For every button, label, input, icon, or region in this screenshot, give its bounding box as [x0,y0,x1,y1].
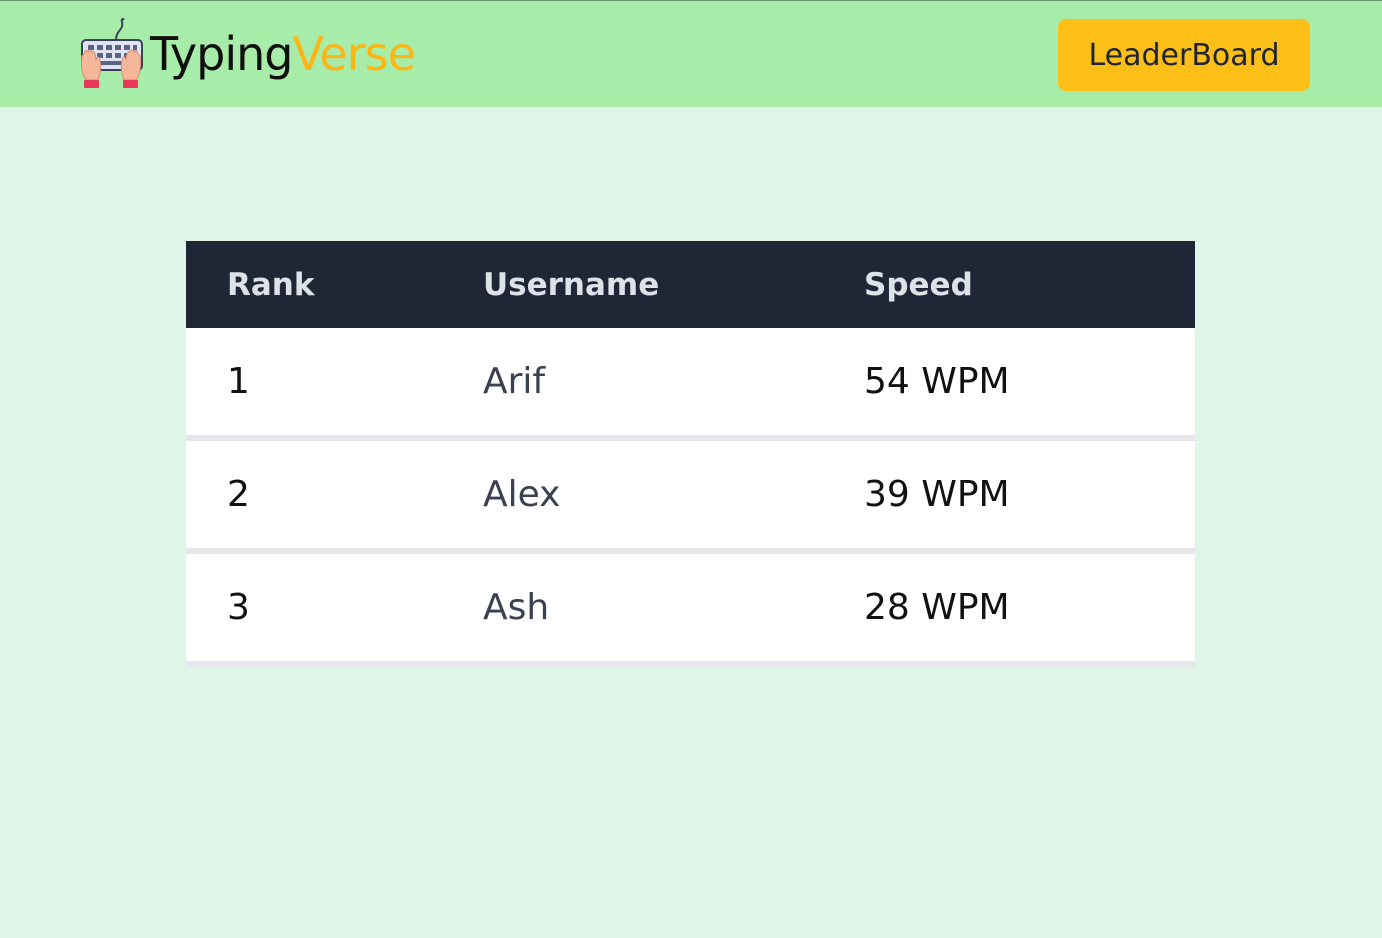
rank-cell: 1 [227,361,250,402]
brand-title: TypingVerse [150,31,416,77]
rank-cell: 3 [227,587,250,628]
table-row: 3 Ash 28 WPM [186,554,1195,667]
username-cell: Arif [483,361,546,402]
table-header: Rank Username Speed [186,241,1195,328]
header-speed: Speed [864,266,973,303]
brand-title-part1: Typing [150,27,293,81]
username-cell: Ash [483,587,550,628]
speed-cell: 28 WPM [864,587,1010,628]
brand-title-part2: Verse [292,27,416,81]
rank-cell: 2 [227,474,250,515]
leaderboard-table: Rank Username Speed 1 Arif 54 WPM 2 Alex… [186,241,1195,667]
speed-cell: 54 WPM [864,361,1010,402]
brand-logo[interactable]: TypingVerse [78,15,416,93]
header-username: Username [483,266,660,303]
username-cell: Alex [483,474,561,515]
speed-cell: 39 WPM [864,474,1010,515]
keyboard-hands-icon [78,16,144,92]
navbar: TypingVerse LeaderBoard [0,0,1382,107]
header-rank: Rank [227,266,315,303]
table-row: 1 Arif 54 WPM [186,328,1195,441]
leaderboard-button[interactable]: LeaderBoard [1058,19,1310,91]
table-row: 2 Alex 39 WPM [186,441,1195,554]
